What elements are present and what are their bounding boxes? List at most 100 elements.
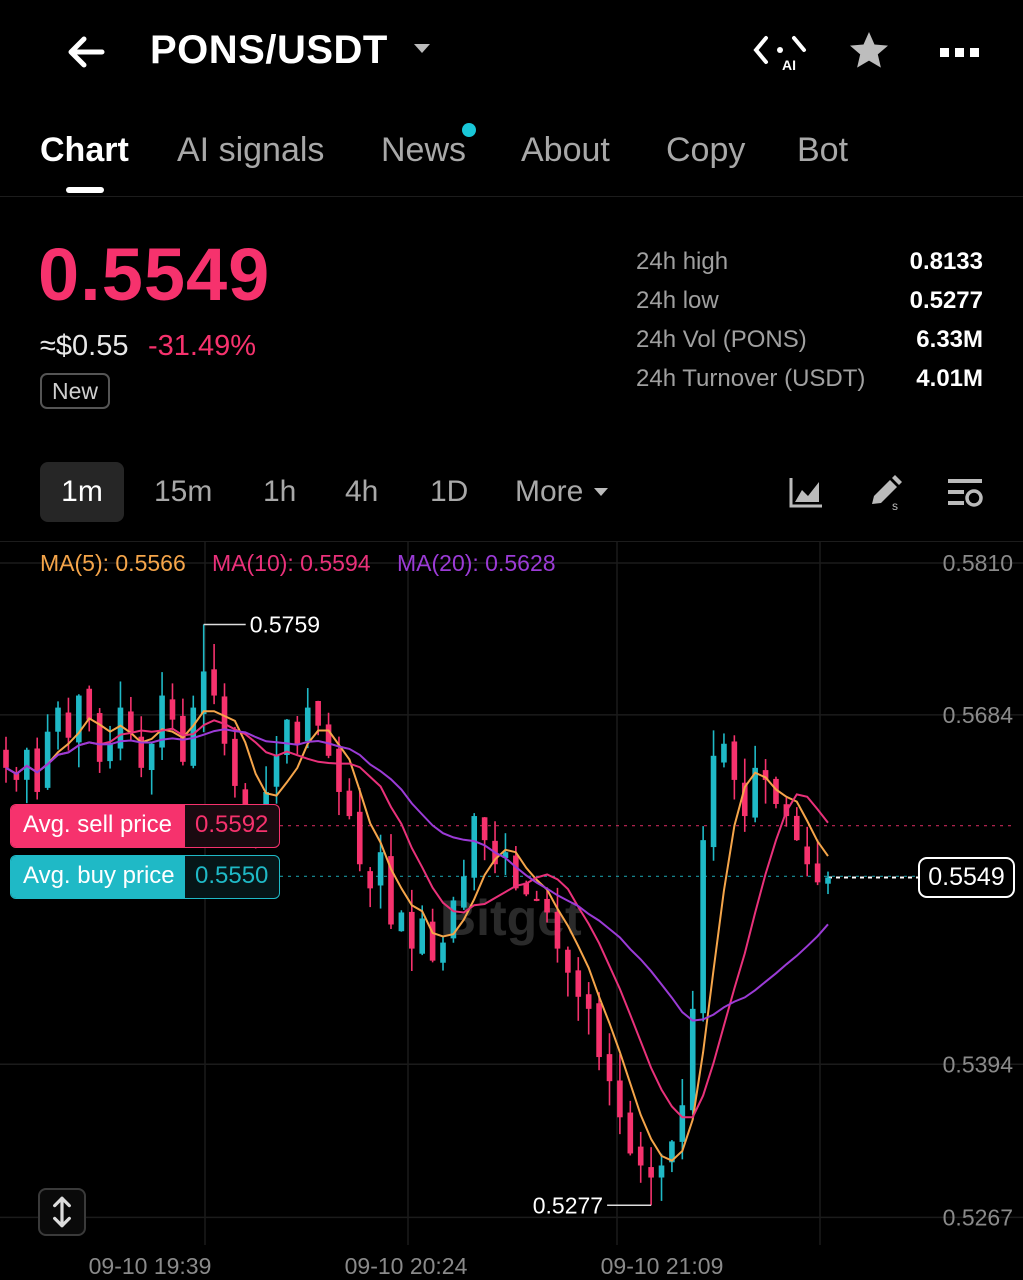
candle-body bbox=[65, 712, 72, 738]
x-axis-labels: 09-10 19:39 09-10 20:24 09-10 21:09 bbox=[89, 1253, 724, 1279]
high-marker-label: 0.5759 bbox=[250, 611, 320, 637]
tab-copy[interactable]: Copy bbox=[666, 131, 745, 170]
current-price-tag[interactable]: 0.5549 bbox=[918, 857, 1015, 898]
ma10-legend: MA(10): 0.5594 bbox=[212, 550, 371, 576]
price-chart[interactable]: Bitget 0.57590.5277 0.58100.56840.53940.… bbox=[0, 542, 1023, 1280]
interval-1m[interactable]: 1m bbox=[40, 462, 124, 522]
interval-1d[interactable]: 1D bbox=[430, 462, 468, 522]
vertical-scale-toggle-icon[interactable] bbox=[38, 1188, 86, 1236]
candle-body bbox=[315, 700, 321, 726]
candle-body bbox=[419, 918, 426, 954]
candle-body bbox=[336, 748, 342, 792]
candle-body bbox=[356, 811, 363, 865]
interval-selector: 1m 15m 1h 4h 1D More s bbox=[0, 458, 1023, 528]
favorite-star-icon[interactable] bbox=[846, 28, 892, 74]
candle-body bbox=[710, 755, 717, 848]
stat-24h-high-label: 24h high bbox=[636, 248, 729, 275]
stat-24h-turnover-value: 4.01M bbox=[916, 365, 983, 392]
candle-body bbox=[55, 707, 61, 732]
candle-body bbox=[606, 1054, 613, 1082]
ai-assistant-icon[interactable]: AI bbox=[752, 30, 808, 74]
candle-body bbox=[377, 852, 384, 886]
candle-body bbox=[637, 1146, 644, 1166]
x-tick-label: 09-10 20:24 bbox=[345, 1253, 468, 1279]
candle-body bbox=[596, 1003, 602, 1058]
avg-buy-price-label: Avg. buy price bbox=[11, 856, 185, 898]
candle-body bbox=[211, 669, 217, 696]
candle-body bbox=[793, 815, 800, 841]
y-tick-label: 0.5810 bbox=[943, 550, 1013, 576]
candle-body bbox=[346, 790, 353, 817]
svg-text:s: s bbox=[892, 499, 898, 512]
candle-body bbox=[825, 877, 831, 884]
chart-type-icon[interactable] bbox=[786, 472, 826, 512]
top-bar: PONS/USDT AI bbox=[0, 0, 1023, 105]
candle-body bbox=[367, 871, 373, 889]
more-caret-icon[interactable] bbox=[594, 488, 608, 496]
candle-body bbox=[565, 949, 571, 973]
stat-24h-vol-label: 24h Vol (PONS) bbox=[636, 326, 807, 353]
pair-title[interactable]: PONS/USDT bbox=[150, 28, 388, 73]
interval-15m[interactable]: 15m bbox=[154, 462, 212, 522]
price-change-percent: -31.49% bbox=[148, 330, 257, 362]
candle-body bbox=[284, 719, 290, 756]
candle-body bbox=[200, 671, 207, 715]
candle-body bbox=[575, 970, 582, 997]
ma20-legend: MA(20): 0.5628 bbox=[397, 550, 556, 576]
avg-sell-price-label: Avg. sell price bbox=[11, 805, 185, 847]
candle-body bbox=[731, 741, 738, 780]
x-tick-label: 09-10 21:09 bbox=[601, 1253, 724, 1279]
candle-body bbox=[128, 711, 134, 732]
interval-more[interactable]: More bbox=[515, 462, 583, 522]
candle-body bbox=[533, 898, 540, 901]
candle-body bbox=[3, 749, 9, 768]
interval-4h[interactable]: 4h bbox=[345, 462, 378, 522]
more-options-icon[interactable] bbox=[934, 30, 986, 74]
avg-buy-price-value: 0.5550 bbox=[195, 862, 269, 889]
candle-body bbox=[96, 713, 103, 762]
candle-body bbox=[648, 1167, 654, 1178]
back-arrow-icon[interactable] bbox=[60, 28, 110, 76]
y-tick-label: 0.5684 bbox=[943, 702, 1014, 728]
candle-body bbox=[814, 863, 821, 883]
candle-body bbox=[325, 724, 332, 756]
candle-body bbox=[513, 855, 519, 889]
candle-body bbox=[804, 846, 810, 865]
candle-body bbox=[440, 942, 446, 963]
news-notification-dot bbox=[462, 123, 476, 137]
drawing-tool-icon[interactable]: s bbox=[866, 472, 906, 512]
candle-body bbox=[721, 743, 727, 763]
candle-body bbox=[689, 1008, 696, 1111]
tab-about[interactable]: About bbox=[521, 131, 610, 170]
tab-chart[interactable]: Chart bbox=[40, 131, 129, 170]
stat-24h-low-value: 0.5277 bbox=[909, 287, 983, 314]
candle-body bbox=[679, 1105, 686, 1142]
low-marker-label: 0.5277 bbox=[533, 1192, 603, 1218]
candle-body bbox=[304, 707, 311, 742]
candle-body bbox=[169, 699, 176, 720]
candle-body bbox=[481, 817, 488, 841]
stat-24h-vol-value: 6.33M bbox=[916, 326, 983, 353]
candle-body bbox=[86, 688, 93, 720]
candle-body bbox=[617, 1080, 623, 1118]
candle-body bbox=[294, 721, 301, 744]
candle-body bbox=[658, 1165, 665, 1178]
active-tab-indicator bbox=[66, 187, 104, 193]
avg-buy-price-tag: Avg. buy price 0.5550 bbox=[10, 855, 280, 899]
interval-1h[interactable]: 1h bbox=[263, 462, 296, 522]
tab-ai-signals[interactable]: AI signals bbox=[177, 131, 324, 170]
candle-body bbox=[273, 755, 280, 787]
candle-body bbox=[148, 743, 155, 771]
candle-body bbox=[461, 876, 467, 908]
candle-body bbox=[627, 1112, 634, 1154]
indicator-settings-icon[interactable] bbox=[945, 472, 985, 512]
y-tick-label: 0.5267 bbox=[943, 1204, 1013, 1230]
x-tick-label: 09-10 19:39 bbox=[89, 1253, 212, 1279]
candle-body bbox=[700, 840, 706, 1014]
candle-body bbox=[107, 743, 113, 762]
tab-news[interactable]: News bbox=[381, 131, 466, 170]
stat-24h-turnover-label: 24h Turnover (USDT) bbox=[636, 365, 866, 392]
tab-bot[interactable]: Bot bbox=[797, 131, 848, 170]
stat-24h-low-label: 24h low bbox=[636, 287, 719, 314]
pair-dropdown-caret-icon[interactable] bbox=[414, 44, 430, 53]
